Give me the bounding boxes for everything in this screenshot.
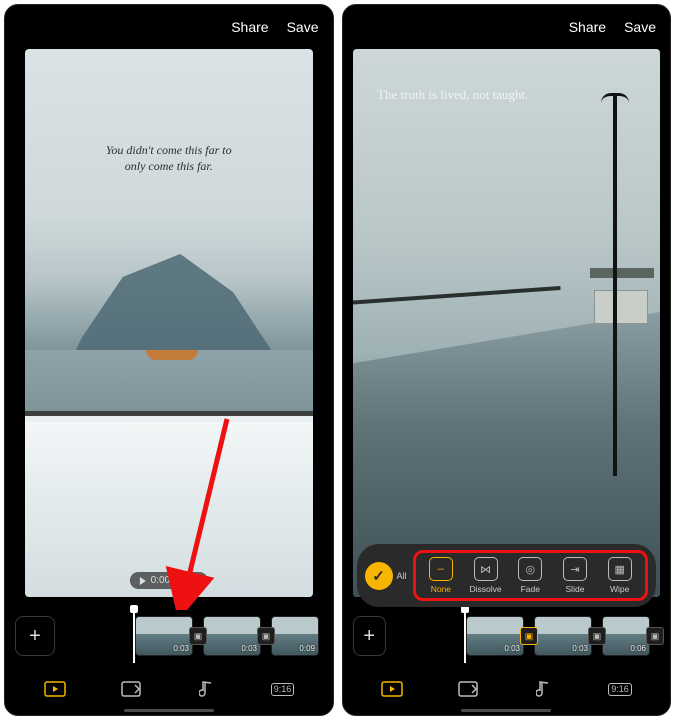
clip-thumb[interactable]: 0:03 [534, 616, 592, 656]
phone-screen-right: Share Save The truth is lived, not taugh… [342, 4, 672, 716]
timeline-row: + 0:03 ▣ 0:03 ▣ 0:09 [5, 605, 333, 667]
nav-music-icon[interactable] [192, 677, 222, 701]
slide-icon: ⇥ [563, 557, 587, 581]
scene-lamppost [613, 93, 617, 477]
phone-screen-left: Share Save You didn't come this far to o… [4, 4, 334, 716]
transitions-panel: ✓ All – None ⋈ Dissolve ◎ Fade ⇥ Slide ▦… [357, 544, 657, 607]
timeline-row: + 0:03 ▣ 0:03 ▣ 0:06 ▣ [343, 605, 671, 667]
apply-all-button[interactable]: ✓ [365, 562, 393, 590]
save-button[interactable]: Save [624, 19, 656, 35]
save-button[interactable]: Save [287, 19, 319, 35]
home-indicator [124, 709, 214, 712]
transition-button[interactable]: ▣ [646, 627, 664, 645]
bottom-nav: 9:16 [343, 667, 671, 715]
transition-dissolve[interactable]: ⋈ Dissolve [466, 557, 505, 594]
transition-button[interactable]: ▣ [520, 627, 538, 645]
share-button[interactable]: Share [569, 19, 606, 35]
nav-aspect-icon[interactable]: 9:16 [605, 677, 635, 701]
bottom-nav: 9:16 [5, 667, 333, 715]
transition-button[interactable]: ▣ [189, 627, 207, 645]
top-bar: Share Save [343, 5, 671, 41]
add-clip-button[interactable]: + [15, 616, 55, 656]
share-button[interactable]: Share [231, 19, 268, 35]
add-clip-button[interactable]: + [353, 616, 387, 656]
transition-button[interactable]: ▣ [588, 627, 606, 645]
wipe-icon: ▦ [608, 557, 632, 581]
nav-video-icon[interactable] [40, 677, 70, 701]
top-bar: Share Save [5, 5, 333, 41]
clip-thumb[interactable]: 0:03 [203, 616, 261, 656]
nav-text-icon[interactable] [116, 677, 146, 701]
play-icon [140, 577, 146, 585]
apply-all-label: All [397, 571, 407, 581]
transition-button[interactable]: ▣ [257, 627, 275, 645]
transition-wipe[interactable]: ▦ Wipe [600, 557, 639, 594]
clip-thumb[interactable]: 0:06 [602, 616, 650, 656]
nav-text-icon[interactable] [453, 677, 483, 701]
clip-thumb[interactable]: 0:09 [271, 616, 319, 656]
transition-none[interactable]: – None [422, 557, 461, 594]
transitions-options-highlight: – None ⋈ Dissolve ◎ Fade ⇥ Slide ▦ Wipe [413, 550, 648, 601]
timeline-track[interactable]: 0:03 ▣ 0:03 ▣ 0:06 ▣ [396, 613, 660, 659]
none-icon: – [429, 557, 453, 581]
timeline-track[interactable]: 0:03 ▣ 0:03 ▣ 0:09 [65, 613, 323, 659]
scene-snow [25, 416, 313, 597]
play-control[interactable]: 0:00 / 0:15 [130, 572, 208, 589]
dissolve-icon: ⋈ [474, 557, 498, 581]
video-preview[interactable]: You didn't come this far to only come th… [25, 49, 313, 597]
clip-thumb[interactable]: 0:03 [466, 616, 524, 656]
scene-boat [146, 350, 198, 360]
nav-music-icon[interactable] [529, 677, 559, 701]
overlay-caption: You didn't come this far to only come th… [25, 142, 313, 174]
nav-aspect-icon[interactable]: 9:16 [268, 677, 298, 701]
home-indicator [461, 709, 551, 712]
transition-slide[interactable]: ⇥ Slide [556, 557, 595, 594]
video-preview[interactable]: The truth is lived, not taught. [353, 49, 661, 597]
fade-icon: ◎ [518, 557, 542, 581]
nav-video-icon[interactable] [377, 677, 407, 701]
transition-fade[interactable]: ◎ Fade [511, 557, 550, 594]
scene-hut [594, 290, 648, 324]
play-time: 0:00 / 0:15 [151, 575, 198, 586]
overlay-caption: The truth is lived, not taught. [377, 87, 528, 103]
clip-thumb[interactable]: 0:03 [135, 616, 193, 656]
